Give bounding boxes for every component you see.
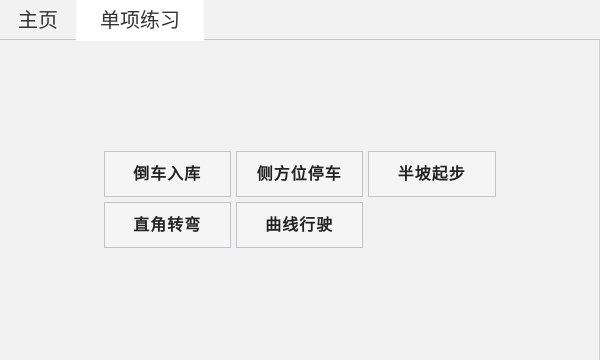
tab-home[interactable]: 主页: [0, 0, 73, 40]
reverse-parking-button[interactable]: 倒车入库: [104, 151, 231, 197]
side-parking-button[interactable]: 侧方位停车: [236, 151, 363, 197]
tab-single-practice[interactable]: 单项练习: [76, 0, 204, 41]
tab-bar: 主页 单项练习: [0, 0, 600, 41]
app-window: 主页 单项练习 倒车入库 侧方位停车 半坡起步 直角转弯 曲线行驶: [0, 0, 600, 360]
right-angle-turn-button[interactable]: 直角转弯: [104, 202, 231, 248]
hill-start-button[interactable]: 半坡起步: [368, 151, 496, 197]
curve-driving-button[interactable]: 曲线行驶: [236, 202, 363, 248]
